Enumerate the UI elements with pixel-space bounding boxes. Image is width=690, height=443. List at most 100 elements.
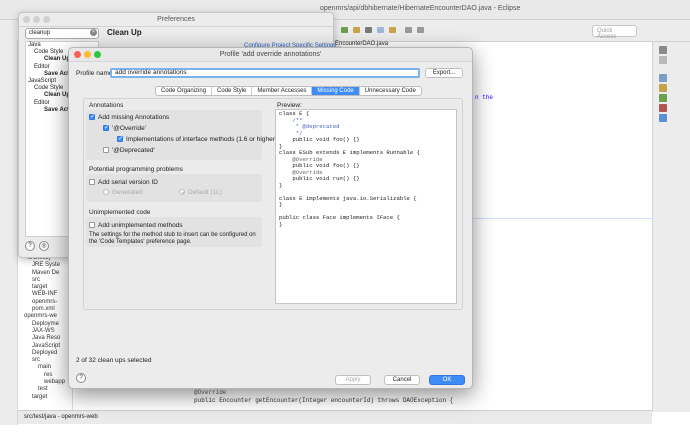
tree-item[interactable]: target xyxy=(18,394,72,401)
unimplemented-heading: Unimplemented code xyxy=(89,209,151,216)
project-explorer-tree: src/test/j JRE Syste Maven De src target… xyxy=(18,255,73,410)
status-bar: src/test/java - openmrs-web xyxy=(18,410,652,424)
clear-search-icon[interactable]: × xyxy=(90,29,97,36)
back-icon[interactable] xyxy=(405,27,412,33)
preferences-title: Preferences xyxy=(19,13,333,27)
dialog-title: Profile 'add override annotations' xyxy=(69,48,472,62)
right-trim-bar xyxy=(652,42,690,412)
editor-code-strip: @Override public Encounter getEncounter(… xyxy=(190,389,480,409)
editor-text-fragment: n the xyxy=(475,94,494,101)
minimize-window-icon[interactable] xyxy=(33,16,40,23)
left-trim-bar xyxy=(0,40,18,425)
code-line: class E implements java.io.Serializable … xyxy=(279,194,417,202)
tree-item[interactable]: src xyxy=(18,357,72,364)
override-checkbox[interactable] xyxy=(103,124,109,131)
problems-icon[interactable] xyxy=(659,104,667,112)
apply-button[interactable]: Apply xyxy=(335,375,371,385)
close-window-icon[interactable] xyxy=(23,16,30,23)
tree-item[interactable]: target xyxy=(18,284,72,291)
code-line: public void run() {} xyxy=(279,175,360,182)
editor-current-line xyxy=(473,218,652,219)
preview-code: class E { /** * @deprecated */ public vo… xyxy=(276,110,456,229)
preview-label: Preview: xyxy=(277,102,302,109)
code-line: } xyxy=(279,201,283,208)
preferences-search-input[interactable]: cleanup xyxy=(25,28,99,39)
tree-item[interactable]: openmrs- xyxy=(18,299,72,306)
generated-radio[interactable] xyxy=(103,189,109,195)
task-icon[interactable] xyxy=(659,74,667,82)
ok-button[interactable]: OK xyxy=(429,375,465,385)
tree-item[interactable]: webapp xyxy=(18,379,72,386)
generated-label: Generated xyxy=(112,189,143,196)
import-export-icon[interactable]: ◎ xyxy=(39,241,49,251)
tree-item[interactable]: main xyxy=(18,364,72,371)
tree-item[interactable]: src xyxy=(18,277,72,284)
outline-icon[interactable] xyxy=(659,56,667,64)
toolbar-icons xyxy=(335,25,445,35)
cleanup-status: 2 of 32 clean ups selected xyxy=(76,357,152,364)
impl-methods-label: Implementations of interface methods (1.… xyxy=(126,136,278,143)
build-icon[interactable] xyxy=(353,27,360,33)
dialog-tabs: Code Organizing Code Style Member Access… xyxy=(155,86,422,96)
add-missing-annotations-checkbox[interactable] xyxy=(89,113,95,120)
folder-icon[interactable] xyxy=(389,27,396,33)
zoom-window-icon[interactable] xyxy=(43,16,50,23)
serial-version-label: Add serial version ID xyxy=(98,179,158,186)
export-button[interactable]: Export... xyxy=(425,68,463,78)
default-label: Default (1L) xyxy=(188,189,222,196)
close-dialog-icon[interactable] xyxy=(74,51,81,58)
tree-item[interactable]: JAX-WS xyxy=(18,328,72,335)
tree-item[interactable]: Deployme xyxy=(18,321,72,328)
unimplemented-label: Add unimplemented methods xyxy=(98,222,183,229)
console-icon[interactable] xyxy=(659,114,667,122)
code-line: } xyxy=(279,220,283,228)
potential-problems-heading: Potential programming problems xyxy=(89,166,183,173)
forward-icon[interactable] xyxy=(417,27,424,33)
cancel-button[interactable]: Cancel xyxy=(384,375,420,385)
tree-item[interactable]: pom.xml xyxy=(18,306,72,313)
perspective-icon[interactable] xyxy=(659,46,667,54)
help-icon[interactable]: ? xyxy=(76,373,86,383)
tree-item[interactable]: Maven De xyxy=(18,270,72,277)
tab-code-organizing[interactable]: Code Organizing xyxy=(156,87,213,95)
editor-area[interactable]: n the xyxy=(473,42,652,410)
tree-item[interactable]: JRE Syste xyxy=(18,262,72,269)
minimize-dialog-icon[interactable] xyxy=(84,51,91,58)
tree-item[interactable]: test xyxy=(18,386,72,393)
tab-unnecessary-code[interactable]: Unnecessary Code xyxy=(360,87,421,95)
gear-icon[interactable] xyxy=(365,27,372,33)
tree-item[interactable]: openmrs-we xyxy=(18,313,72,320)
default-radio[interactable] xyxy=(179,189,185,195)
profile-dialog: Profile 'add override annotations' Profi… xyxy=(68,47,473,389)
serial-version-checkbox[interactable] xyxy=(89,179,95,185)
profile-name-label: Profile name: xyxy=(76,70,115,77)
package-icon[interactable] xyxy=(659,84,667,92)
tab-missing-code[interactable]: Missing Code xyxy=(312,87,360,95)
junit-icon[interactable] xyxy=(659,94,667,102)
tab-code-style[interactable]: Code Style xyxy=(212,87,253,95)
tab-member-accesses[interactable]: Member Accesses xyxy=(252,87,313,95)
code-line: } xyxy=(279,181,283,189)
status-path: src/test/java - openmrs-web xyxy=(24,414,98,420)
tree-item[interactable]: res xyxy=(18,372,72,379)
search-icon[interactable] xyxy=(377,27,384,33)
unimplemented-checkbox[interactable] xyxy=(89,222,95,228)
tree-item[interactable]: Deployed xyxy=(18,350,72,357)
code-line: public void foo() {} xyxy=(279,136,360,143)
add-missing-annotations-label: Add missing Annotations xyxy=(98,114,170,121)
annotations-heading: Annotations xyxy=(89,102,124,109)
tree-item[interactable]: Java Reso xyxy=(18,335,72,342)
run-icon[interactable] xyxy=(341,27,348,33)
code-line: @Override xyxy=(194,389,227,396)
deprecated-label: '@Deprecated' xyxy=(112,147,155,154)
zoom-dialog-icon[interactable] xyxy=(94,51,101,58)
help-icon[interactable]: ? xyxy=(25,241,35,251)
tree-item[interactable]: JavaScript xyxy=(18,343,72,350)
eclipse-window-title: openmrs/api/dbhibernate/HibernateEncount… xyxy=(320,5,521,12)
tree-item[interactable]: WEB-INF xyxy=(18,291,72,298)
code-line: public class Face implements IFace { xyxy=(279,214,400,221)
profile-name-input[interactable]: add override annotations xyxy=(110,68,420,78)
quick-access-input[interactable]: Quick Access xyxy=(592,25,637,40)
impl-methods-checkbox[interactable] xyxy=(117,135,123,142)
deprecated-checkbox[interactable] xyxy=(103,147,109,153)
